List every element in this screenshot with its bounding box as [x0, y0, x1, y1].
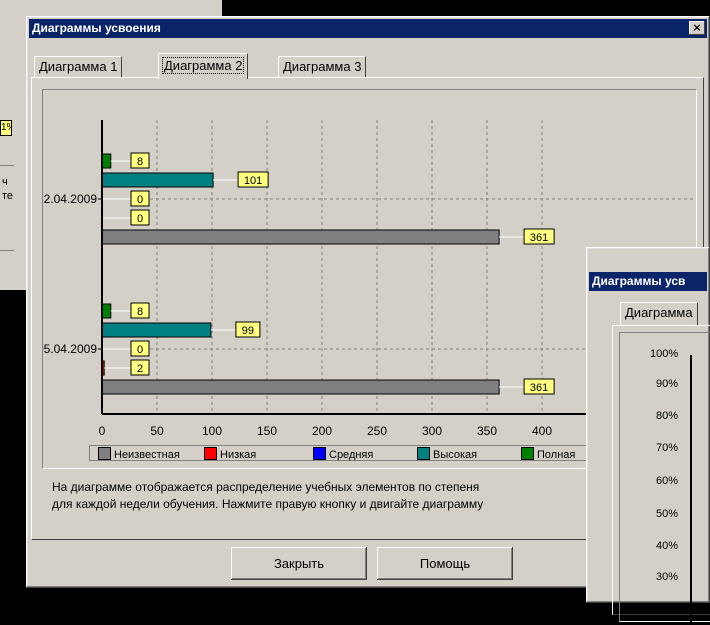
tab-diagram-1-label: Диаграмма 1 [39, 59, 118, 74]
legend-swatch-medium [313, 447, 326, 460]
tab-diagram-2-label: Диаграмма 2 [161, 57, 245, 74]
legend-label-low: Низкая [220, 449, 257, 461]
data-label: 101 [244, 175, 262, 187]
legend-swatch-unknown [98, 447, 111, 460]
bg-right-tick-50: 50% [656, 508, 679, 520]
bg-right-tick-90: 90% [656, 378, 679, 390]
bg-right-chart-frame: 100% 90% 80% 70% 60% 50% 40% 30% [619, 332, 710, 625]
bg-left-fragment-1: ч [2, 176, 8, 188]
bar [101, 229, 500, 245]
legend-label-high: Высокая [433, 449, 478, 461]
legend-swatch-low [204, 447, 217, 460]
bg-left-fragment-2: те [2, 190, 14, 202]
x-tick-label: 400 [532, 424, 552, 438]
bg-right-tick-40: 40% [656, 540, 679, 552]
legend-item-low: Низкая [204, 447, 256, 461]
bg-right-panel: 100% 90% 80% 70% 60% 50% 40% 30% [612, 325, 710, 625]
bar [101, 153, 112, 169]
bar [101, 379, 500, 395]
data-label: 8 [137, 156, 143, 168]
main-title-bar[interactable]: Диаграммы усвоения × [29, 19, 707, 38]
data-label: 0 [137, 213, 143, 225]
bar [101, 303, 112, 319]
legend-item-full: Полная [521, 447, 575, 461]
tab-diagram-3-label: Диаграмма 3 [283, 59, 362, 74]
data-label: 0 [137, 344, 143, 356]
x-tick-label: 300 [422, 424, 442, 438]
help-button[interactable]: Помощь [377, 547, 513, 580]
tab-diagram-1[interactable]: Диаграмма 1 [34, 56, 123, 78]
bg-left-divider [0, 165, 14, 166]
legend-label-medium: Средняя [329, 449, 374, 461]
legend-item-unknown: Неизвестная [98, 447, 180, 461]
x-tick-label: 150 [257, 424, 277, 438]
data-label: 361 [530, 382, 548, 394]
x-tick-label: 350 [477, 424, 497, 438]
description-line-2: для каждой недели обучения. Нажмите прав… [52, 497, 484, 511]
legend-label-unknown: Неизвестная [114, 449, 180, 461]
bar [101, 172, 214, 188]
bg-right-tick-100: 100% [650, 348, 679, 360]
main-window-title: Диаграммы усвоения [32, 21, 161, 35]
data-label: 0 [137, 194, 143, 206]
bg-left-fragment-percent: 1% [0, 120, 12, 136]
bg-right-tick-70: 70% [656, 442, 679, 454]
bg-right-title-bar[interactable]: Диаграммы усв [589, 272, 707, 291]
bg-right-title: Диаграммы усв [592, 274, 686, 288]
x-tick-label: 100 [202, 424, 222, 438]
x-tick-label: 250 [367, 424, 387, 438]
tab-diagram-2[interactable]: Диаграмма 2 [158, 53, 249, 79]
legend-swatch-high [417, 447, 430, 460]
bg-left-divider-2 [0, 250, 14, 251]
background-window-right: Диаграммы усв Диаграмма 100% 90% 80% 70%… [586, 247, 710, 625]
bg-right-tab-label: Диаграмма [625, 305, 693, 320]
x-tick-label: 200 [312, 424, 332, 438]
data-label: 361 [530, 232, 548, 244]
legend-item-medium: Средняя [313, 447, 373, 461]
data-label: 99 [242, 325, 254, 337]
data-label: 2 [137, 363, 143, 375]
close-button[interactable]: Закрыть [231, 547, 367, 580]
bg-right-tick-30: 30% [656, 571, 679, 583]
category-label: 12.04.2009 [43, 192, 97, 206]
tab-diagram-3[interactable]: Диаграмма 3 [278, 56, 367, 78]
legend-item-high: Высокая [417, 447, 477, 461]
x-tick-label: 50 [150, 424, 164, 438]
bg-right-tab[interactable]: Диаграмма [620, 302, 698, 326]
data-label: 8 [137, 306, 143, 318]
bg-right-tick-80: 80% [656, 410, 679, 422]
bar [101, 322, 212, 338]
description-line-1: На диаграмме отображается распределение … [52, 480, 480, 494]
category-label: 05.04.2009 [43, 342, 97, 356]
bg-right-axis [690, 355, 692, 625]
legend-swatch-full [521, 447, 534, 460]
close-icon[interactable]: × [689, 21, 705, 35]
bg-right-tick-60: 60% [656, 475, 679, 487]
legend-label-full: Полная [537, 449, 576, 461]
x-tick-label: 0 [99, 424, 106, 438]
